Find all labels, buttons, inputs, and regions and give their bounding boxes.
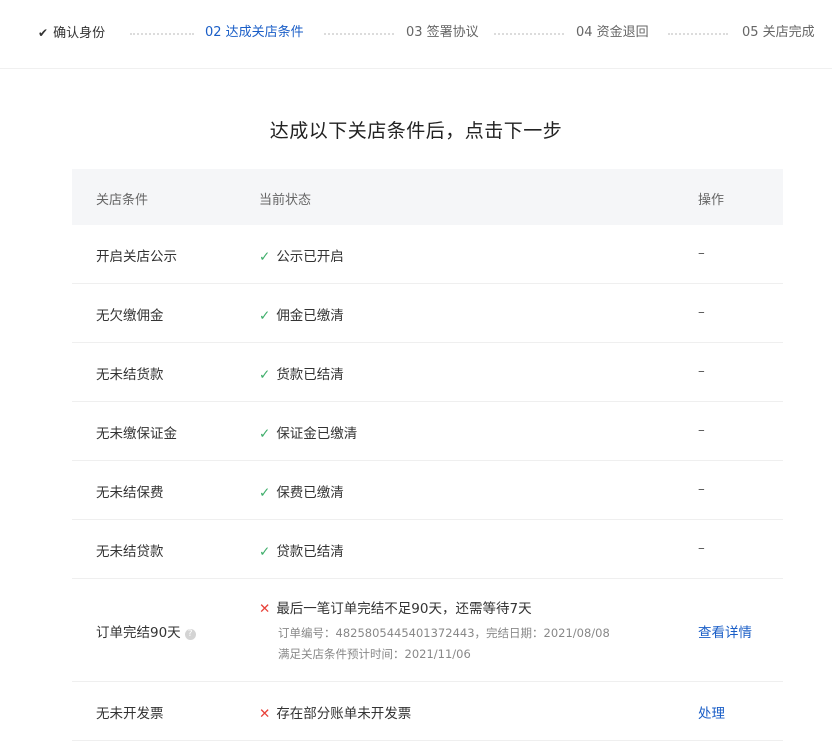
column-header-condition: 关店条件 (96, 193, 149, 208)
status-text: 最后一笔订单完结不足90天，还需等待7天 (276, 601, 532, 617)
table-row: 无未结货款 ✓ 货款已结清 – (72, 343, 783, 402)
status-cell: ✕ 最后一笔订单完结不足90天，还需等待7天 订单编号：4825805445401… (259, 597, 610, 665)
step-label: 02 达成关店条件 (205, 25, 304, 40)
status-text: 贷款已结清 (276, 544, 344, 560)
step-fund-return[interactable]: 04 资金退回 (576, 25, 649, 41)
action-cell: – (698, 481, 705, 497)
step-progress-bar: ✔ 确认身份 02 达成关店条件 03 签署协议 04 资金退回 05 关店完成 (0, 0, 832, 69)
step-label: 确认身份 (53, 26, 106, 41)
table-row: 订单完结90天? ✕ 最后一笔订单完结不足90天，还需等待7天 订单编号：4825… (72, 579, 783, 682)
condition-cell: 无未结贷款 (96, 544, 164, 560)
column-header-action: 操作 (698, 193, 725, 208)
step-connector (130, 33, 194, 35)
table-row: 无欠缴佣金 ✓ 佣金已缴清 – (72, 284, 783, 343)
condition-cell: 无未开发票 (96, 706, 164, 722)
status-text: 存在部分账单未开发票 (276, 706, 412, 722)
check-icon: ✓ (259, 485, 271, 501)
table-row: 无未开发票 ✕ 存在部分账单未开发票 处理 (72, 682, 783, 741)
step-close-conditions[interactable]: 02 达成关店条件 (205, 25, 304, 41)
status-cell: ✓ 公示已开启 (259, 245, 344, 265)
status-text: 货款已结清 (276, 367, 344, 383)
condition-cell: 无未结货款 (96, 367, 164, 383)
view-details-link[interactable]: 查看详情 (698, 621, 752, 641)
condition-cell: 无未结保费 (96, 485, 164, 501)
page-heading: 达成以下关店条件后，点击下一步 (269, 120, 563, 142)
action-cell: – (698, 304, 705, 320)
step-close-complete[interactable]: 05 关店完成 (742, 25, 815, 41)
action-cell: – (698, 363, 705, 379)
column-header-status: 当前状态 (259, 193, 312, 208)
expected-date-text: 满足关店条件预计时间：2021/11/06 (278, 647, 471, 661)
status-text: 佣金已缴清 (276, 308, 344, 324)
status-cell: ✓ 保费已缴清 (259, 481, 344, 501)
table-row: 无未结贷款 ✓ 贷款已结清 – (72, 520, 783, 579)
condition-cell: 无欠缴佣金 (96, 308, 164, 324)
check-icon: ✔ (38, 26, 49, 40)
cross-icon: ✕ (259, 601, 271, 617)
check-icon: ✓ (259, 249, 271, 265)
status-text: 保费已缴清 (276, 485, 344, 501)
step-confirm-identity[interactable]: ✔ 确认身份 (38, 25, 105, 42)
conditions-table: 关店条件 当前状态 操作 开启关店公示 ✓ 公示已开启 – 无欠缴佣金 ✓ 佣金已缴… (72, 169, 783, 741)
action-cell: – (698, 540, 705, 556)
table-row: 开启关店公示 ✓ 公示已开启 – (72, 225, 783, 284)
status-cell: ✓ 佣金已缴清 (259, 304, 344, 324)
step-sign-agreement[interactable]: 03 签署协议 (406, 25, 479, 41)
condition-text: 订单完结90天 (96, 625, 181, 641)
step-label: 05 关店完成 (742, 25, 815, 40)
step-connector (494, 33, 564, 35)
step-connector (668, 33, 728, 35)
order-detail-text: 订单编号：4825805445401372443，完结日期：2021/08/08 (278, 626, 610, 640)
question-circle-icon[interactable]: ? (184, 629, 196, 640)
status-cell: ✓ 货款已结清 (259, 363, 344, 383)
status-cell: ✕ 存在部分账单未开发票 (259, 702, 411, 722)
table-row: 无未结保费 ✓ 保费已缴清 – (72, 461, 783, 520)
action-cell: – (698, 245, 705, 261)
status-text: 公示已开启 (276, 249, 344, 265)
step-connector (324, 33, 394, 35)
check-icon: ✓ (259, 367, 271, 383)
handle-link[interactable]: 处理 (698, 702, 725, 722)
cross-icon: ✕ (259, 706, 271, 722)
table-header: 关店条件 当前状态 操作 (72, 169, 783, 225)
condition-cell: 无未缴保证金 (96, 426, 177, 442)
step-label: 03 签署协议 (406, 25, 479, 40)
table-row: 无未缴保证金 ✓ 保证金已缴清 – (72, 402, 783, 461)
check-icon: ✓ (259, 544, 271, 560)
check-icon: ✓ (259, 426, 271, 442)
step-label: 04 资金退回 (576, 25, 649, 40)
status-text: 保证金已缴清 (276, 426, 358, 442)
status-cell: ✓ 保证金已缴清 (259, 422, 357, 442)
action-cell: – (698, 422, 705, 438)
condition-cell: 开启关店公示 (96, 249, 177, 265)
condition-cell: 订单完结90天? (96, 621, 196, 641)
status-cell: ✓ 贷款已结清 (259, 540, 344, 560)
check-icon: ✓ (259, 308, 271, 324)
